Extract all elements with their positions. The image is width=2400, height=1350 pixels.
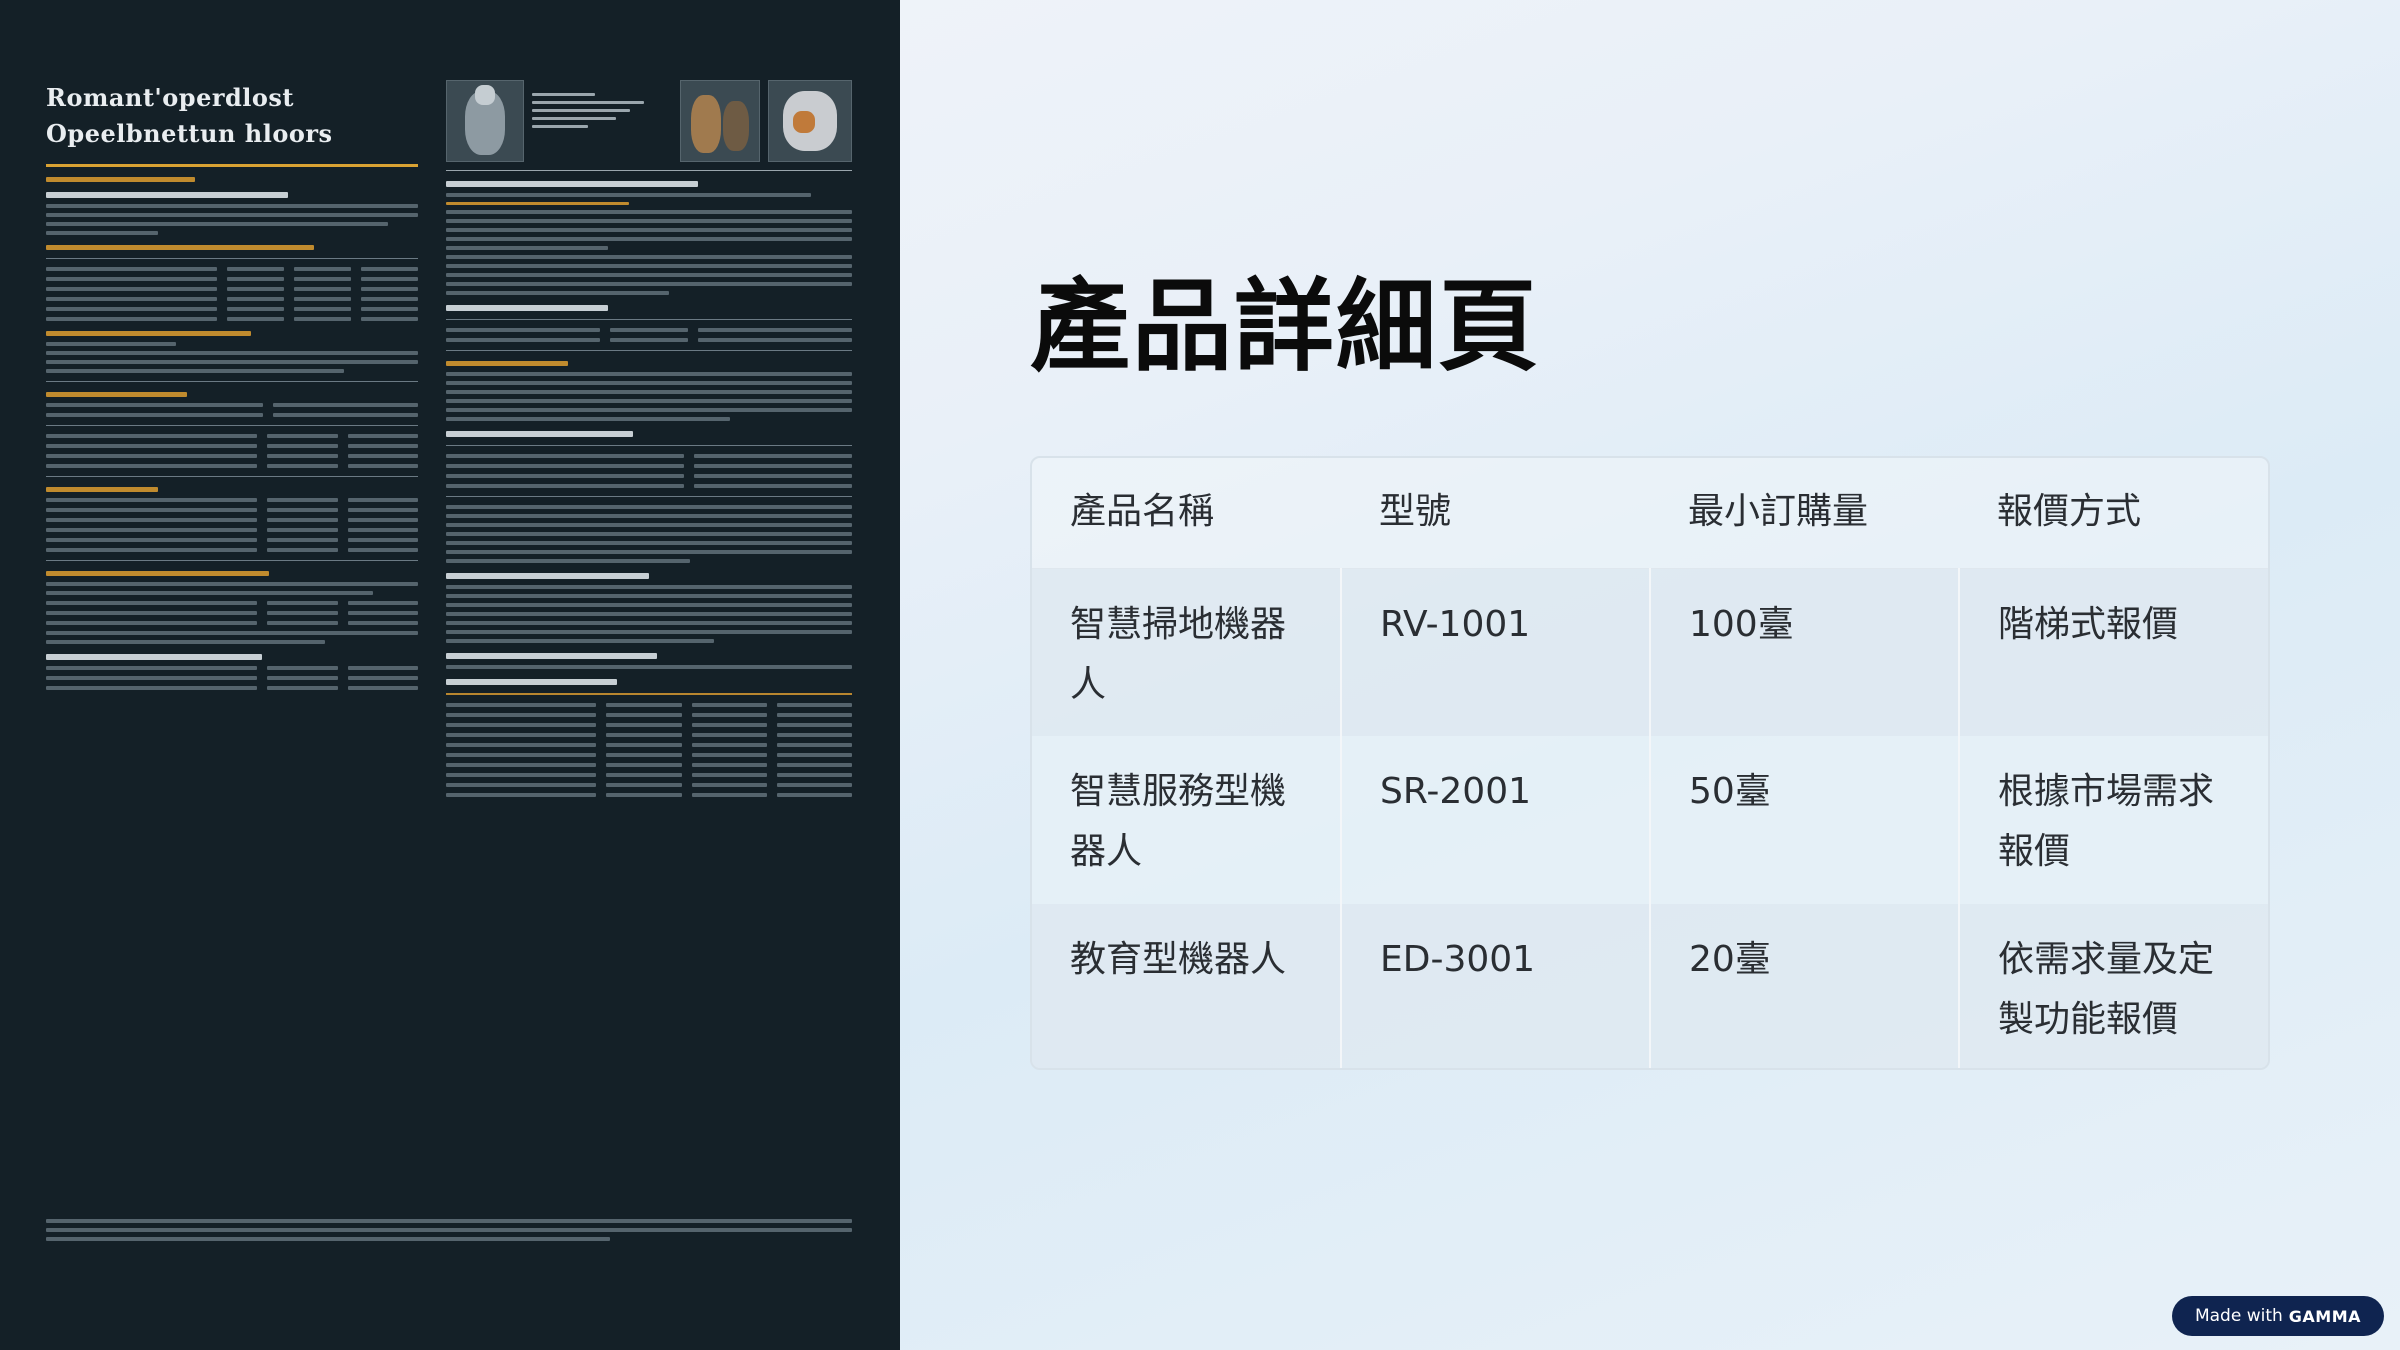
cell-product-name: 教育型機器人 [1032,904,1341,1068]
robot-photo [768,80,852,162]
spec-sheet-title-line-2: Opeelbnettun hloors [46,119,333,148]
table-header-row: 產品名稱 型號 最小訂購量 報價方式 [1032,458,2268,568]
spec-sheet-column-1: Romant'operdlost Opeelbnettun hloors [46,80,419,696]
column-header-pricing-method: 報價方式 [1997,491,2142,532]
product-table: 產品名稱 型號 最小訂購量 報價方式 智慧掃地機器人 RV-1001 100臺 … [1030,456,2270,1070]
cell-product-name: 智慧服務型機器人 [1032,736,1341,904]
table-row: 智慧掃地機器人 RV-1001 100臺 階梯式報價 [1032,567,2268,736]
robot-photo [680,80,760,162]
cell-min-order: 20臺 [1649,904,1959,1068]
cell-model: ED-3001 [1340,904,1650,1068]
cell-min-order: 100臺 [1649,567,1959,736]
gamma-logo-text: GAMMA [2288,1306,2362,1326]
cell-pricing-method: 根據市場需求報價 [1958,736,2268,904]
made-with-gamma-badge[interactable]: Made with GAMMA [2172,1296,2384,1336]
cell-min-order: 50臺 [1649,736,1959,904]
page-title: 產品詳細頁 [1030,268,1540,385]
column-header-min-order: 最小訂購量 [1688,491,1869,532]
robot-photo [446,80,524,162]
cell-model: SR-2001 [1340,736,1650,904]
column-header-product-name: 產品名稱 [1070,491,1215,532]
cell-pricing-method: 階梯式報價 [1958,567,2268,736]
table-row: 智慧服務型機器人 SR-2001 50臺 根據市場需求報價 [1032,736,2268,904]
cell-product-name: 智慧掃地機器人 [1032,567,1341,736]
cell-pricing-method: 依需求量及定製功能報價 [1958,904,2268,1068]
badge-prefix: Made with [2194,1306,2283,1326]
column-header-model: 型號 [1379,491,1452,532]
spec-sheet-title-line-1: Romant'operdlost [46,83,294,112]
spec-sheet-image: Romant'operdlost Opeelbnettun hloors [0,0,900,1350]
cell-model: RV-1001 [1340,567,1650,736]
spec-sheet-column-2 [446,80,853,803]
table-row: 教育型機器人 ED-3001 20臺 依需求量及定製功能報價 [1032,904,2268,1068]
